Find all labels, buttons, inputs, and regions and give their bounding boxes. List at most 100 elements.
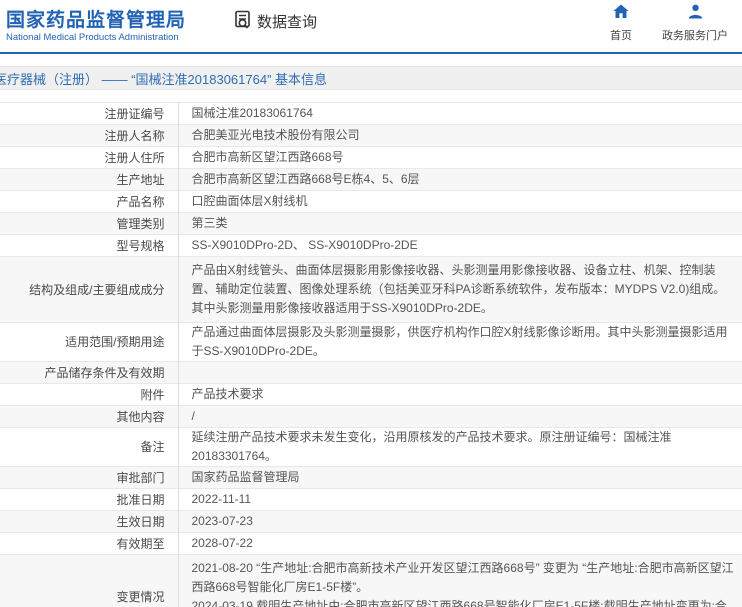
header-nav: 首页 政务服务门户: [610, 4, 732, 43]
field-label-text: 有效期至: [116, 536, 165, 551]
field-value: 产品通过曲面体层摄影及头影测量摄影，供医疗机构作口腔X射线影像诊断用。其中头影测…: [178, 323, 742, 362]
field-label-text: 生产地址: [116, 172, 165, 187]
field-label: 产品名称: [0, 190, 179, 213]
field-label-text: 产品储存条件及有效期: [44, 365, 165, 380]
table-row: 备注 延续注册产品技术要求未发生变化，沿用原核发的产品技术要求。原注册证编号：国械…: [0, 427, 742, 467]
field-value: 合肥市高新区望江西路668号: [178, 147, 742, 169]
field-label-text: 变更情况: [116, 590, 165, 604]
field-value: 合肥市高新区望江西路668号E栋4、5、6层: [178, 169, 742, 191]
field-label: 生效日期: [0, 510, 179, 533]
table-row: 管理类别 第三类: [0, 212, 742, 235]
field-label-text: 其他内容: [116, 409, 165, 424]
table-row: 注册人名称 合肥美亚光电技术股份有限公司: [0, 124, 742, 147]
field-label-text: 附件: [140, 387, 165, 402]
table-row: 注册证编号 国械注准20183061764: [0, 102, 742, 125]
field-value-text: 合肥市高新区望江西路668号: [191, 150, 344, 164]
field-value: 国械注准20183061764: [178, 103, 742, 125]
field-value: [178, 362, 742, 384]
field-label: 型号规格: [0, 234, 179, 257]
nav-portal-label: 政务服务门户: [662, 29, 728, 42]
field-label: 注册证编号: [0, 102, 179, 125]
field-label: 注册人住所: [0, 146, 179, 169]
table-row: 产品名称 口腔曲面体层X射线机: [0, 190, 742, 213]
field-value: 合肥美亚光电技术股份有限公司: [178, 125, 742, 147]
table-row: 批准日期 2022-11-11: [0, 488, 742, 511]
nav-data-query[interactable]: 数据查询: [234, 10, 317, 33]
nmpa-logo: 国家药品监督管理局 National Medical Products Admi…: [6, 10, 186, 44]
field-label-text: 产品名称: [116, 194, 165, 209]
field-label-text: 管理类别: [116, 216, 165, 231]
field-label-text: 型号规格: [116, 238, 165, 253]
field-label-text: 注册人名称: [104, 128, 165, 143]
data-query-label: 数据查询: [257, 13, 318, 31]
logo-subtitle: National Medical Products Administration: [6, 32, 179, 43]
field-label: 批准日期: [0, 488, 179, 511]
field-value-text: 产品通过曲面体层摄影及头影测量摄影，供医疗机构作口腔X射线影像诊断用。其中头影测…: [191, 325, 728, 358]
table-row: 附件 产品技术要求: [0, 383, 742, 406]
field-value: 2023-07-23: [178, 511, 742, 533]
field-value-text: 产品由X射线管头、曲面体层摄影用影像接收器、头影测量用影像接收器、设备立柱、机架…: [191, 263, 726, 315]
field-value-text: 2028-07-22: [191, 536, 253, 550]
table-row: 结构及组成/主要组成成分 产品由X射线管头、曲面体层摄影用影像接收器、头影测量用影…: [0, 256, 742, 323]
field-label-text: 注册证编号: [104, 106, 165, 121]
field-label: 适用范围/预期用途: [0, 322, 179, 362]
field-value-text: 合肥美亚光电技术股份有限公司: [191, 128, 360, 142]
field-value: 口腔曲面体层X射线机: [178, 191, 742, 213]
table-row: 有效期至 2028-07-22: [0, 532, 742, 555]
table-row: 型号规格 SS-X9010DPro-2D、 SS-X9010DPro-2DE: [0, 234, 742, 257]
field-value-text: SS-X9010DPro-2D、 SS-X9010DPro-2DE: [191, 238, 418, 252]
field-value: 产品技术要求: [178, 384, 742, 406]
user-icon: [688, 4, 703, 24]
nav-home-label: 首页: [610, 29, 632, 42]
field-label-text: 生效日期: [116, 514, 165, 529]
field-label-text: 批准日期: [116, 492, 165, 507]
field-value-text: /: [191, 409, 195, 423]
field-value-text: 产品技术要求: [191, 387, 264, 401]
field-label: 管理类别: [0, 212, 179, 235]
field-value: 第三类: [178, 213, 742, 235]
field-label-text: 审批部门: [116, 470, 165, 485]
table-row: 其他内容 /: [0, 405, 742, 428]
field-label: 审批部门: [0, 466, 179, 489]
field-value-text: 2022-11-11: [191, 492, 252, 506]
field-value: 2022-11-11: [178, 489, 742, 511]
field-label-text: 备注: [140, 440, 165, 454]
field-label: 变更情况: [0, 554, 179, 607]
field-value-text: 合肥市高新区望江西路668号E栋4、5、6层: [191, 172, 420, 186]
table-row: 适用范围/预期用途 产品通过曲面体层摄影及头影测量摄影，供医疗机构作口腔X射线影像…: [0, 322, 742, 362]
table-row: 变更情况 2021-08-20 “生产地址:合肥市高新技术产业开发区望江西路668…: [0, 554, 742, 607]
field-value-text: 口腔曲面体层X射线机: [191, 194, 308, 208]
field-value-text: 2023-07-23: [191, 514, 253, 528]
data-query-icon: [234, 10, 257, 33]
title-bar: 医疗器械（注册） —— “国械注准20183061764” 基本信息: [0, 66, 742, 90]
field-label: 附件: [0, 383, 179, 406]
field-label: 产品储存条件及有效期: [0, 361, 179, 384]
nav-portal[interactable]: 政务服务门户: [662, 4, 728, 43]
nav-home[interactable]: 首页: [610, 4, 632, 43]
field-value: SS-X9010DPro-2D、 SS-X9010DPro-2DE: [178, 235, 742, 257]
table-row: 产品储存条件及有效期: [0, 361, 742, 384]
field-label: 其他内容: [0, 405, 179, 428]
field-value-text: 第三类: [191, 216, 228, 230]
field-label: 注册人名称: [0, 124, 179, 147]
field-label: 有效期至: [0, 532, 179, 555]
table-row: 生产地址 合肥市高新区望江西路668号E栋4、5、6层: [0, 168, 742, 191]
page-title: 医疗器械（注册） —— “国械注准20183061764” 基本信息: [0, 71, 328, 87]
field-value: 延续注册产品技术要求未发生变化，沿用原核发的产品技术要求。原注册证编号：国械注准…: [178, 428, 742, 467]
field-label: 结构及组成/主要组成成分: [0, 256, 179, 323]
field-value: 产品由X射线管头、曲面体层摄影用影像接收器、头影测量用影像接收器、设备立柱、机架…: [178, 257, 742, 323]
field-value-text: 延续注册产品技术要求未发生变化，沿用原核发的产品技术要求。原注册证编号：国械注准…: [191, 430, 672, 463]
field-value: 国家药品监督管理局: [178, 467, 742, 489]
field-value-text: 国械注准20183061764: [191, 106, 313, 120]
table-row: 注册人住所 合肥市高新区望江西路668号: [0, 146, 742, 169]
field-value: 2028-07-22: [178, 533, 742, 555]
field-label: 生产地址: [0, 168, 179, 191]
table-row: 审批部门 国家药品监督管理局: [0, 466, 742, 489]
registration-info-table: 注册证编号 国械注准20183061764 注册人名称 合肥美亚光电技术股份有限公司注…: [0, 102, 742, 607]
field-value: /: [178, 406, 742, 428]
home-icon: [613, 4, 629, 24]
field-value-text: 2021-08-20 “生产地址:合肥市高新技术产业开发区望江西路668号” 变…: [191, 561, 734, 607]
field-label-text: 结构及组成/主要组成成分: [29, 282, 165, 297]
logo-title: 国家药品监督管理局: [6, 10, 187, 31]
field-label: 备注: [0, 427, 179, 467]
